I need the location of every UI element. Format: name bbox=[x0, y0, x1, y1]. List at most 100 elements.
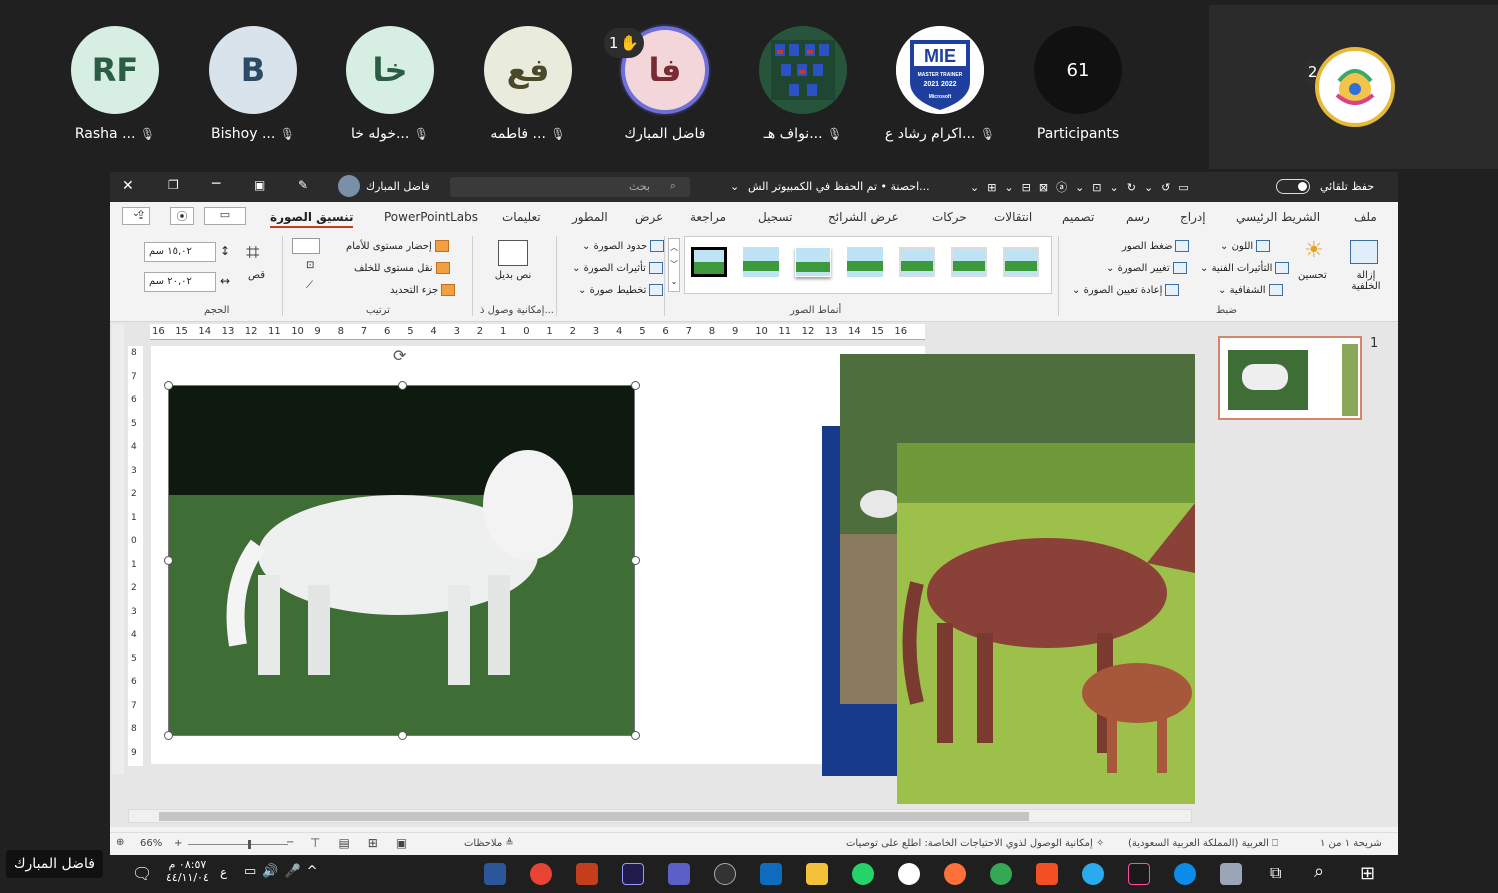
tab-help[interactable]: تعليمات bbox=[502, 210, 541, 224]
mail-icon[interactable] bbox=[760, 863, 782, 885]
adobe-icon[interactable] bbox=[1128, 863, 1150, 885]
notes-button[interactable]: ملاحظات ≜ bbox=[464, 838, 514, 849]
tab-view[interactable]: عرض bbox=[635, 210, 663, 224]
restore-button[interactable]: ❐ bbox=[168, 178, 179, 192]
ribbon-display-icon[interactable]: ▣ bbox=[254, 178, 265, 192]
alt-text-icon[interactable] bbox=[498, 240, 528, 266]
remove-background-icon[interactable] bbox=[1350, 240, 1378, 264]
change-picture-button[interactable]: ⌄ تغيير الصورة bbox=[1106, 262, 1187, 274]
bring-forward-button[interactable]: إحضار مستوى للأمام bbox=[346, 240, 449, 252]
picture-border-button[interactable]: ⌄ حدود الصورة bbox=[582, 240, 665, 252]
zoom-level[interactable]: 66% bbox=[140, 838, 162, 849]
slide-canvas[interactable]: ⟳ bbox=[151, 346, 925, 764]
participant-tile[interactable]: MIE MASTER TRAINER 2021 2022 Microsoft ا… bbox=[875, 22, 1005, 152]
send-backward-button[interactable]: نقل مستوى للخلف bbox=[354, 262, 450, 274]
minimize-button[interactable]: ─ bbox=[212, 176, 220, 192]
width-input[interactable]: ٢٠,٠٢ سم bbox=[144, 272, 216, 292]
reset-picture-button[interactable]: ⌄ إعادة تعيين الصورة bbox=[1072, 284, 1180, 296]
fit-to-window-icon[interactable]: ⊕ bbox=[116, 837, 124, 848]
picture-effects-button[interactable]: ⌄ تأثيرات الصورة bbox=[572, 262, 663, 274]
start-icon[interactable]: ⊞ bbox=[1360, 863, 1375, 884]
resize-handle[interactable] bbox=[631, 381, 640, 390]
gallery-scroll[interactable]: ︿ ﹀ ⌄ bbox=[668, 238, 680, 292]
tab-record[interactable]: تسجيل bbox=[758, 210, 793, 224]
scrollbar-thumb[interactable] bbox=[159, 812, 1029, 821]
tab-transitions[interactable]: انتقالات bbox=[994, 210, 1032, 224]
tab-powerpointlabs[interactable]: PowerPointLabs bbox=[384, 210, 478, 224]
teams-icon[interactable] bbox=[668, 863, 690, 885]
task-view-icon[interactable]: ⧉ bbox=[1270, 863, 1281, 883]
system-tray-icons[interactable]: ▭🔊🎤^ bbox=[244, 864, 324, 879]
crop-icon[interactable]: ⌗ bbox=[246, 238, 260, 266]
tab-home[interactable]: الشريط الرئيسي bbox=[1236, 210, 1320, 224]
pen-icon[interactable]: ✎ bbox=[298, 178, 308, 192]
transparency-button[interactable]: ⌄ الشفافية bbox=[1218, 284, 1283, 296]
corrections-button[interactable]: تحسين bbox=[1298, 270, 1327, 281]
vertical-scrollbar[interactable] bbox=[112, 324, 124, 774]
participants-count-tile[interactable]: 61 Participants bbox=[1013, 22, 1143, 152]
corrections-icon[interactable]: ☀ bbox=[1304, 238, 1324, 263]
store-icon[interactable] bbox=[1036, 863, 1058, 885]
slide-thumbnail[interactable] bbox=[1218, 336, 1362, 420]
quick-access-toolbar[interactable]: ⌄⊞⌄⊟⊠ⓐ⌄⊡⌄↻⌄↺▭ bbox=[970, 179, 1197, 195]
tab-design[interactable]: تصميم bbox=[1062, 210, 1094, 224]
resize-handle[interactable] bbox=[164, 556, 173, 565]
chrome-profile-icon[interactable] bbox=[990, 863, 1012, 885]
account-name[interactable]: فاضل المبارك bbox=[366, 180, 430, 193]
picture-style-option[interactable] bbox=[1003, 247, 1039, 277]
view-buttons[interactable]: ⊤▤⊞▣ bbox=[310, 836, 425, 850]
participant-tile[interactable]: خا خوله خا... 🎙 bbox=[325, 22, 455, 152]
picture-style-option[interactable] bbox=[795, 247, 831, 277]
file-explorer-icon[interactable] bbox=[806, 863, 828, 885]
resize-handle[interactable] bbox=[398, 731, 407, 740]
participant-tile[interactable]: B Bishoy ... 🎙 bbox=[188, 22, 318, 152]
resize-handle[interactable] bbox=[631, 731, 640, 740]
zoom-in-icon[interactable]: + bbox=[174, 838, 182, 849]
resize-handle[interactable] bbox=[164, 381, 173, 390]
close-button[interactable]: ✕ bbox=[122, 178, 134, 194]
participant-tile-speaking[interactable]: فا فاضل المبارك 1 ✋ bbox=[600, 22, 730, 152]
record-button[interactable]: ⦿ bbox=[170, 207, 194, 225]
tab-slideshow[interactable]: عرض الشرائح bbox=[828, 210, 899, 224]
premiere-icon[interactable] bbox=[622, 863, 644, 885]
chevron-down-icon[interactable]: ⌄ bbox=[730, 180, 739, 193]
crop-label[interactable]: قص bbox=[248, 270, 265, 281]
tab-picture-format[interactable]: تنسيق الصورة bbox=[270, 210, 354, 228]
resize-handle[interactable] bbox=[631, 556, 640, 565]
picture-style-option[interactable] bbox=[951, 247, 987, 277]
search-input[interactable]: بحث ⌕ bbox=[450, 177, 690, 197]
rotate-handle-icon[interactable]: ⟳ bbox=[393, 346, 406, 365]
share-icon[interactable]: ⇪ bbox=[136, 208, 146, 222]
picture-style-option[interactable] bbox=[691, 247, 727, 277]
app-icon[interactable] bbox=[898, 863, 920, 885]
compress-pictures-button[interactable]: ضغط الصور bbox=[1122, 240, 1190, 252]
color-button[interactable]: ⌄ اللون bbox=[1220, 240, 1271, 252]
participant-tile[interactable]: RF Rasha ... 🎙 bbox=[50, 22, 180, 152]
artistic-effects-button[interactable]: ⌄ التأثيرات الفنية bbox=[1200, 262, 1290, 274]
alt-text-button[interactable]: نص بديل bbox=[493, 270, 533, 281]
chrome-icon[interactable] bbox=[530, 863, 552, 885]
horizontal-scrollbar[interactable] bbox=[128, 809, 1192, 823]
search-icon[interactable]: ⌕ bbox=[1314, 861, 1324, 882]
obs-icon[interactable] bbox=[714, 863, 736, 885]
comments-button[interactable]: ▭ bbox=[204, 207, 246, 225]
tab-draw[interactable]: رسم bbox=[1126, 210, 1150, 224]
self-view-tile[interactable]: 2✋ bbox=[1209, 5, 1498, 169]
user-avatar[interactable] bbox=[338, 175, 360, 197]
input-language[interactable]: ع bbox=[220, 865, 227, 879]
edge-icon[interactable] bbox=[1174, 863, 1196, 885]
picture-style-option[interactable] bbox=[899, 247, 935, 277]
participant-tile[interactable]: فع فاطمه ... 🎙 bbox=[463, 22, 593, 152]
selection-pane-button[interactable]: جزء التحديد bbox=[390, 284, 456, 296]
picture-style-option[interactable] bbox=[743, 247, 779, 277]
tab-developer[interactable]: المطور bbox=[572, 210, 608, 224]
notifications-icon[interactable]: 🗨 bbox=[132, 864, 152, 883]
tab-file[interactable]: ملف bbox=[1354, 210, 1377, 224]
telegram-icon[interactable] bbox=[1082, 863, 1104, 885]
picture-layout-button[interactable]: ⌄ تخطيط صورة bbox=[578, 284, 664, 296]
document-title[interactable]: احصنة • تم الحفظ في الكمبيوتر الش... bbox=[748, 180, 930, 193]
zoom-out-icon[interactable]: − bbox=[286, 837, 294, 848]
clock[interactable]: ٠٨:٥٧ م ٤٤/١١/٠٤ bbox=[166, 858, 209, 884]
picture-style-option[interactable] bbox=[847, 247, 883, 277]
accessibility-status[interactable]: إمكانية الوصول لذوي الاحتياجات الخاصة: ا… bbox=[846, 838, 1104, 849]
